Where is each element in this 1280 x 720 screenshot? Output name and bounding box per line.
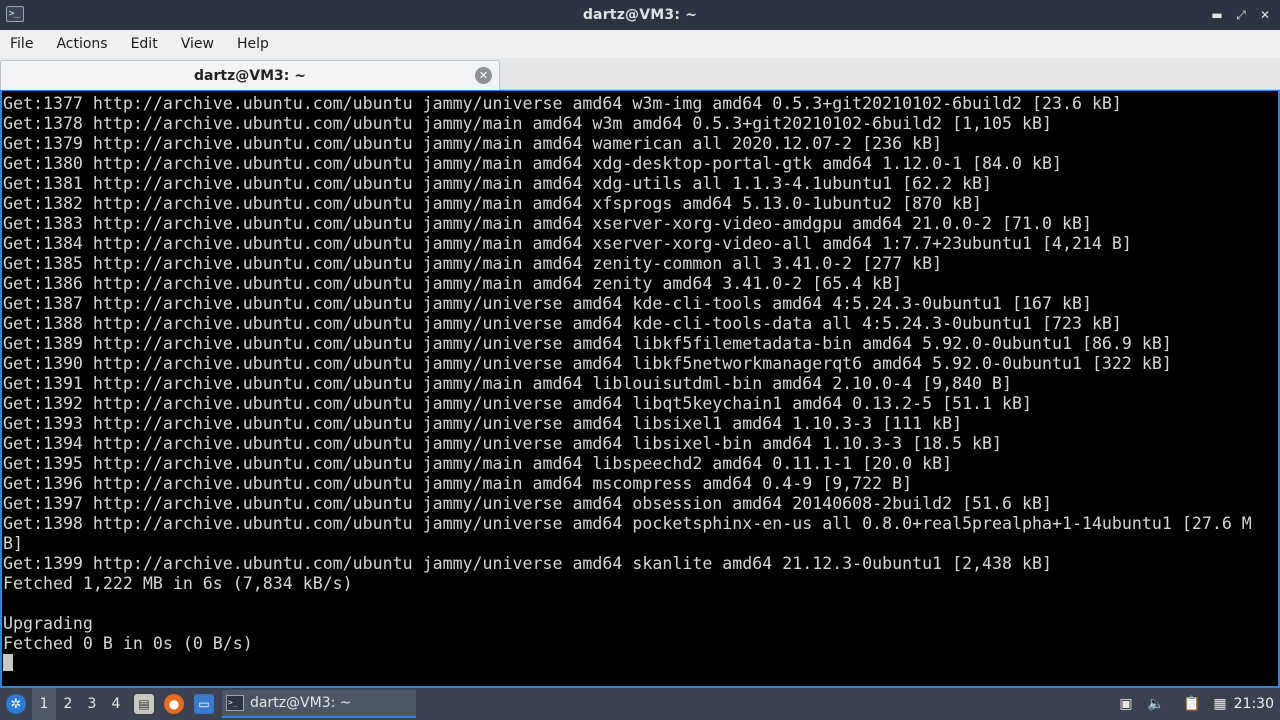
window-controls: ▬ ⤢ ✕ xyxy=(1210,0,1272,30)
tab-bar: dartz@VM3: ~ ✕ xyxy=(0,58,1280,90)
network-icon[interactable]: ▦ xyxy=(1210,694,1230,714)
start-menu-icon[interactable]: ✲ xyxy=(6,694,26,714)
terminal-line: Get:1389 http://archive.ubuntu.com/ubunt… xyxy=(3,334,1172,353)
window-titlebar[interactable]: >_ dartz@VM3: ~ ▬ ⤢ ✕ xyxy=(0,0,1280,30)
menu-view[interactable]: View xyxy=(175,36,220,52)
terminal-line: Get:1396 http://archive.ubuntu.com/ubunt… xyxy=(3,474,913,493)
volume-icon[interactable]: 🔈 xyxy=(1146,694,1166,714)
menu-actions[interactable]: Actions xyxy=(50,36,113,52)
terminal-line: Upgrading xyxy=(3,614,93,633)
task-label: dartz@VM3: ~ xyxy=(250,695,352,711)
menu-help[interactable]: Help xyxy=(231,36,275,52)
terminal-line: Get:1397 http://archive.ubuntu.com/ubunt… xyxy=(3,494,1052,513)
terminal-line: Get:1381 http://archive.ubuntu.com/ubunt… xyxy=(3,174,993,193)
terminal-line: Get:1382 http://archive.ubuntu.com/ubunt… xyxy=(3,194,983,213)
close-icon[interactable]: ✕ xyxy=(475,67,492,84)
maximize-icon[interactable]: ⤢ xyxy=(1234,8,1248,22)
close-icon[interactable]: ✕ xyxy=(1258,8,1272,22)
window-title: dartz@VM3: ~ xyxy=(582,7,698,23)
terminal-line: Get:1378 http://archive.ubuntu.com/ubunt… xyxy=(3,114,1052,133)
menu-file[interactable]: File xyxy=(4,36,39,52)
terminal-line: Get:1385 http://archive.ubuntu.com/ubunt… xyxy=(3,254,943,273)
menubar: File Actions Edit View Help xyxy=(0,30,1280,58)
terminal-line: Get:1383 http://archive.ubuntu.com/ubunt… xyxy=(3,214,1092,233)
terminal-line: Fetched 0 B in 0s (0 B/s) xyxy=(3,634,253,653)
terminal-cursor xyxy=(3,654,13,671)
workspace-1[interactable]: 1 xyxy=(32,688,56,720)
terminal-line: Get:1377 http://archive.ubuntu.com/ubunt… xyxy=(3,94,1122,113)
workspace-3[interactable]: 3 xyxy=(80,688,104,720)
menu-edit[interactable]: Edit xyxy=(125,36,164,52)
terminal-line: Get:1392 http://archive.ubuntu.com/ubunt… xyxy=(3,394,1032,413)
terminal-line: Get:1380 http://archive.ubuntu.com/ubunt… xyxy=(3,154,1062,173)
desktop-icon[interactable]: ▭ xyxy=(194,694,214,714)
tab-terminal[interactable]: dartz@VM3: ~ ✕ xyxy=(0,60,500,90)
minimize-icon[interactable]: ▬ xyxy=(1210,8,1224,22)
terminal-line: B] xyxy=(3,534,23,553)
firefox-icon[interactable]: ● xyxy=(164,694,184,714)
terminal-line: Get:1393 http://archive.ubuntu.com/ubunt… xyxy=(3,414,963,433)
workspace-4[interactable]: 4 xyxy=(104,688,128,720)
terminal-line: Get:1387 http://archive.ubuntu.com/ubunt… xyxy=(3,294,1092,313)
terminal-output[interactable]: Get:1377 http://archive.ubuntu.com/ubunt… xyxy=(0,90,1280,688)
terminal-text: Get:1377 http://archive.ubuntu.com/ubunt… xyxy=(3,94,1258,654)
terminal-line: Get:1395 http://archive.ubuntu.com/ubunt… xyxy=(3,454,953,473)
terminal-app-icon[interactable]: >_ xyxy=(6,6,24,22)
clipboard-icon[interactable]: 📋 xyxy=(1182,694,1202,714)
terminal-icon: >_ xyxy=(226,695,244,711)
taskbar-terminal-button[interactable]: >_ dartz@VM3: ~ xyxy=(222,690,416,718)
terminal-line: Fetched 1,222 MB in 6s (7,834 kB/s) xyxy=(3,574,353,593)
notes-icon[interactable]: ▣ xyxy=(1116,694,1136,714)
workspace-2[interactable]: 2 xyxy=(56,688,80,720)
terminal-line: Get:1398 http://archive.ubuntu.com/ubunt… xyxy=(3,514,1252,533)
terminal-line: Get:1384 http://archive.ubuntu.com/ubunt… xyxy=(3,234,1132,253)
taskbar: ✲ 1 2 3 4 ▤ ● ▭ >_ dartz@VM3: ~ ▣ 🔈 📋 ▦ … xyxy=(0,688,1280,720)
terminal-line: Get:1391 http://archive.ubuntu.com/ubunt… xyxy=(3,374,1013,393)
terminal-line: Get:1388 http://archive.ubuntu.com/ubunt… xyxy=(3,314,1122,333)
file-manager-icon[interactable]: ▤ xyxy=(134,694,154,714)
terminal-line: Get:1399 http://archive.ubuntu.com/ubunt… xyxy=(3,554,1052,573)
terminal-line: Get:1379 http://archive.ubuntu.com/ubunt… xyxy=(3,134,943,153)
terminal-line: Get:1390 http://archive.ubuntu.com/ubunt… xyxy=(3,354,1172,373)
tab-label: dartz@VM3: ~ xyxy=(194,67,306,84)
clock[interactable]: 21:30 xyxy=(1234,688,1274,720)
terminal-line: Get:1386 http://archive.ubuntu.com/ubunt… xyxy=(3,274,903,293)
terminal-line: Get:1394 http://archive.ubuntu.com/ubunt… xyxy=(3,434,1003,453)
